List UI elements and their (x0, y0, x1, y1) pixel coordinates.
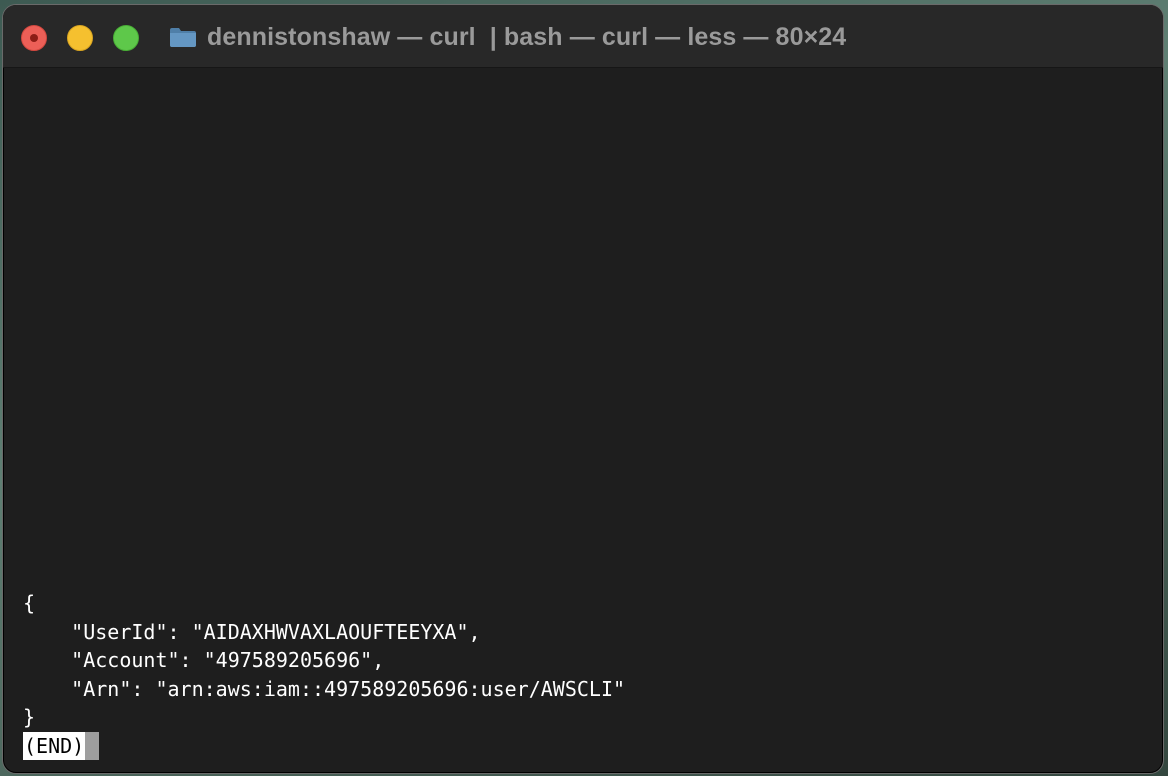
window-title: dennistonshaw — curl | bash — curl — les… (169, 22, 846, 52)
maximize-button[interactable] (113, 25, 139, 51)
output-line: "Account": "497589205696", (23, 648, 385, 672)
output-line: "Arn": "arn:aws:iam::497589205696:user/A… (23, 676, 626, 701)
folder-icon (170, 28, 196, 47)
title-bar[interactable]: dennistonshaw — curl | bash — curl — les… (3, 5, 1163, 68)
minimize-button[interactable] (67, 25, 93, 51)
pager-prompt: (END) (23, 731, 1143, 760)
window-title-text: dennistonshaw — curl | bash — curl — les… (207, 22, 847, 51)
output-line: { (23, 591, 36, 615)
output-line: "UserId": "AIDAXHWVAXLAOUFTEEYXA", (23, 619, 481, 644)
text-cursor (85, 731, 100, 760)
pager-status: (END) (23, 731, 86, 760)
output-line: } (23, 705, 36, 729)
terminal-window: dennistonshaw — curl | bash — curl — les… (2, 4, 1164, 774)
close-button[interactable] (21, 25, 47, 51)
terminal-output[interactable]: { "UserId": "AIDAXHWVAXLAOUFTEEYXA", "Ac… (23, 589, 1143, 760)
